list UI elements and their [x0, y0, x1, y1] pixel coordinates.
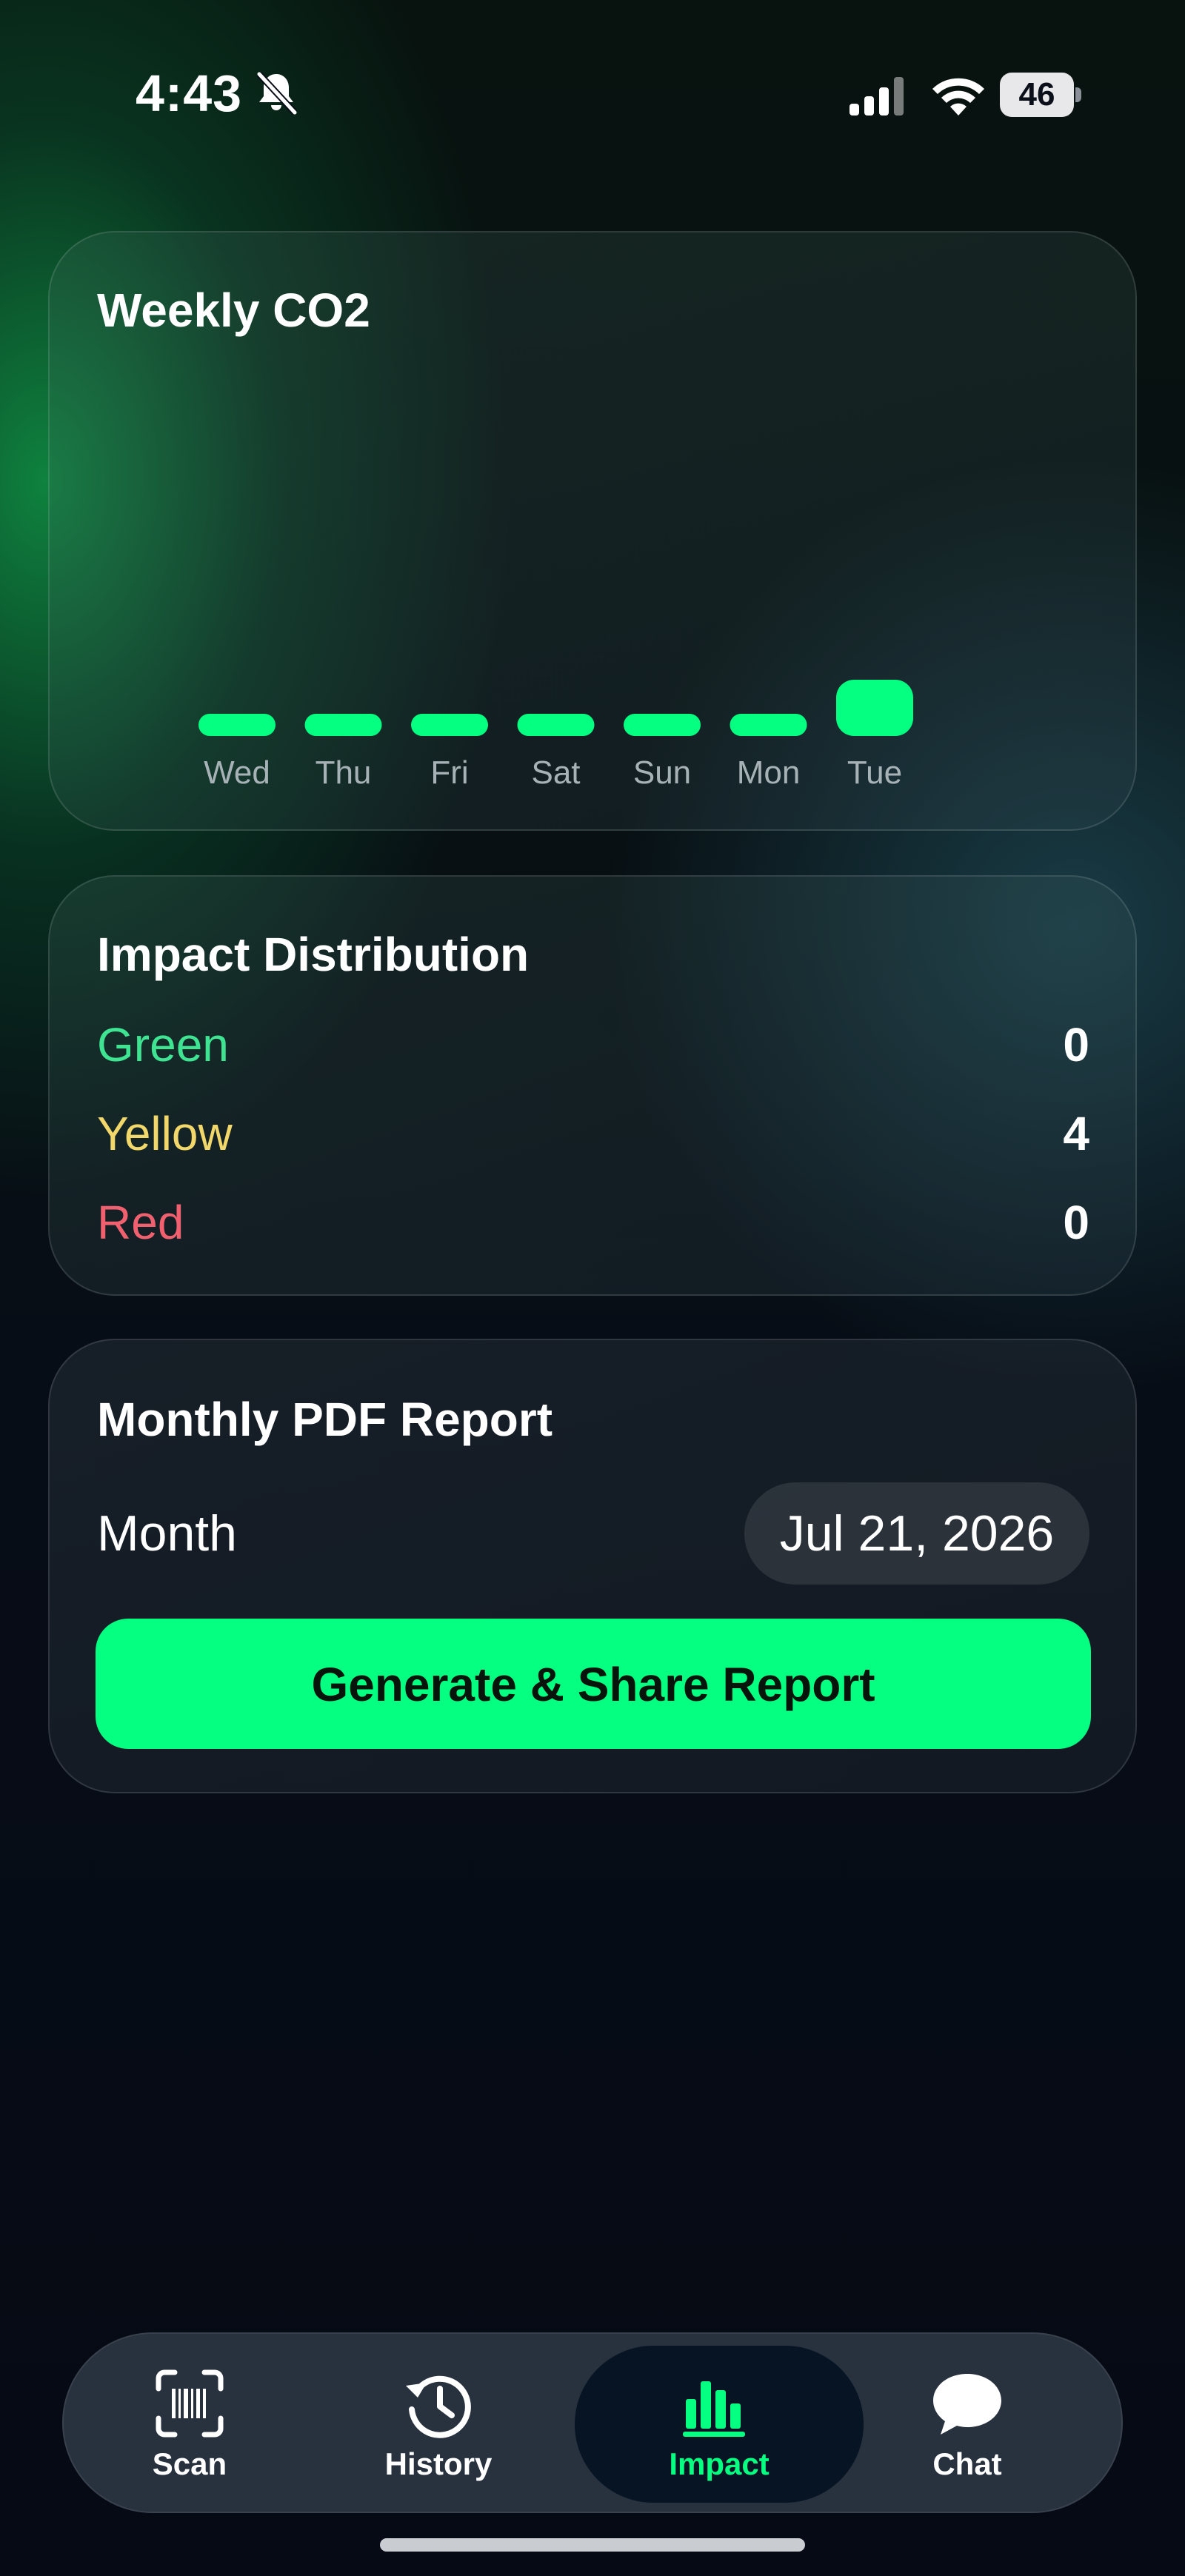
tab-impact[interactable]: Impact — [575, 2334, 864, 2512]
distribution-row-green: Green 0 — [97, 1017, 1089, 1077]
distribution-label-red: Red — [97, 1196, 184, 1249]
cellular-signal-icon — [849, 77, 904, 116]
tab-scan-label: Scan — [152, 2446, 227, 2481]
co2-day-label-tue: Tue — [847, 755, 902, 791]
tab-bar: Scan History Impact Chat — [62, 2332, 1123, 2513]
co2-bar-sat — [517, 714, 595, 736]
distribution-label-yellow: Yellow — [97, 1107, 233, 1160]
month-date-picker[interactable]: Jul 21, 2026 — [744, 1482, 1089, 1585]
battery-level: 46 — [1000, 73, 1074, 117]
distribution-label-green: Green — [97, 1018, 229, 1071]
co2-bar-tue — [836, 680, 913, 736]
co2-day-label-fri: Fri — [430, 755, 468, 791]
co2-day-label-sat: Sat — [531, 755, 580, 791]
weekly-co2-chart: Wed Thu Fri Sat Sun Mon Tue — [198, 680, 913, 791]
impact-distribution-card: Impact Distribution Green 0 Yellow 4 Red… — [48, 875, 1137, 1296]
status-bar: 4:43 46 — [0, 0, 1185, 193]
tab-history-label: History — [384, 2446, 493, 2481]
distribution-value-red: 0 — [1063, 1196, 1089, 1249]
co2-day-label-mon: Mon — [737, 755, 801, 791]
co2-bar-fri — [411, 714, 488, 736]
chat-bubble-icon — [933, 2374, 1001, 2435]
distribution-row-red: Red 0 — [97, 1195, 1089, 1254]
monthly-report-title: Monthly PDF Report — [97, 1393, 553, 1446]
co2-day-label-sun: Sun — [633, 755, 691, 791]
bell-slash-icon — [256, 71, 298, 116]
tab-chat-label: Chat — [932, 2446, 1002, 2481]
tab-history[interactable]: History — [313, 2334, 564, 2512]
battery-indicator: 46 — [1000, 73, 1083, 117]
co2-bar-mon — [730, 714, 807, 736]
wifi-icon — [932, 78, 984, 116]
barcode-scan-icon — [156, 2369, 224, 2438]
status-time: 4:43 — [136, 64, 243, 122]
co2-bar-thu — [304, 714, 382, 736]
tab-scan[interactable]: Scan — [64, 2334, 316, 2512]
co2-bar-sun — [624, 714, 701, 736]
distribution-value-yellow: 4 — [1063, 1107, 1089, 1160]
home-indicator — [380, 2538, 805, 2552]
co2-bar-wed — [198, 714, 276, 736]
tab-impact-label: Impact — [669, 2446, 770, 2481]
monthly-report-card: Monthly PDF Report Month Jul 21, 2026 Ge… — [48, 1339, 1137, 1793]
history-clock-icon — [406, 2375, 471, 2438]
bar-chart-icon — [683, 2381, 745, 2437]
distribution-value-green: 0 — [1063, 1018, 1089, 1071]
co2-day-label-wed: Wed — [204, 755, 270, 791]
generate-share-report-button[interactable]: Generate & Share Report — [96, 1619, 1091, 1749]
distribution-row-yellow: Yellow 4 — [97, 1106, 1089, 1165]
co2-day-label-thu: Thu — [316, 755, 372, 791]
weekly-co2-card: Weekly CO2 Wed Thu Fri Sat Sun Mon Tue — [48, 231, 1137, 831]
impact-distribution-title: Impact Distribution — [97, 928, 530, 981]
battery-tip — [1075, 87, 1081, 102]
month-label: Month — [97, 1505, 237, 1562]
tab-chat[interactable]: Chat — [841, 2334, 1093, 2512]
